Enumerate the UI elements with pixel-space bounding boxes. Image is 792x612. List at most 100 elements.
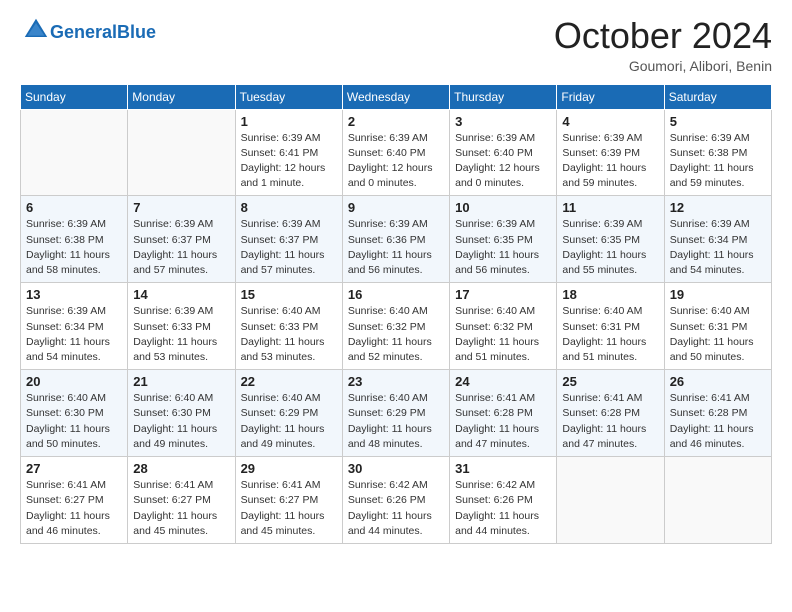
- day-info: Sunrise: 6:39 AMSunset: 6:35 PMDaylight:…: [455, 217, 551, 278]
- calendar-header-friday: Friday: [557, 84, 664, 109]
- day-number: 25: [562, 374, 658, 389]
- calendar-cell: 19 Sunrise: 6:40 AMSunset: 6:31 PMDayligh…: [664, 283, 771, 370]
- day-number: 26: [670, 374, 766, 389]
- calendar-cell: 7Sunrise: 6:39 AMSunset: 6:37 PMDaylight…: [128, 196, 235, 283]
- logo-general: General: [50, 22, 117, 42]
- calendar-cell: 8Sunrise: 6:39 AMSunset: 6:37 PMDaylight…: [235, 196, 342, 283]
- calendar-cell: [557, 457, 664, 544]
- day-number: 4: [562, 114, 658, 129]
- calendar-cell: 2Sunrise: 6:39 AMSunset: 6:40 PMDaylight…: [342, 109, 449, 196]
- calendar-table: SundayMondayTuesdayWednesdayThursdayFrid…: [20, 84, 772, 544]
- day-number: 5: [670, 114, 766, 129]
- logo-blue: Blue: [117, 22, 156, 42]
- calendar-cell: 28 Sunrise: 6:41 AMSunset: 6:27 PMDayligh…: [128, 457, 235, 544]
- day-info: Sunrise: 6:39 AMSunset: 6:41 PMDaylight:…: [241, 131, 337, 192]
- calendar-cell: 22 Sunrise: 6:40 AMSunset: 6:29 PMDayligh…: [235, 370, 342, 457]
- day-info: Sunrise: 6:40 AMSunset: 6:32 PMDaylight:…: [455, 304, 551, 365]
- day-number: 30: [348, 461, 444, 476]
- calendar-cell: 5 Sunrise: 6:39 AMSunset: 6:38 PMDaylight…: [664, 109, 771, 196]
- day-info: Sunrise: 6:39 AMSunset: 6:33 PMDaylight:…: [133, 304, 229, 365]
- calendar-cell: 14 Sunrise: 6:39 AMSunset: 6:33 PMDayligh…: [128, 283, 235, 370]
- day-info: Sunrise: 6:41 AMSunset: 6:28 PMDaylight:…: [670, 391, 766, 452]
- day-number: 21: [133, 374, 229, 389]
- calendar-week-row: 27 Sunrise: 6:41 AMSunset: 6:27 PMDayligh…: [21, 457, 772, 544]
- day-info: Sunrise: 6:40 AMSunset: 6:29 PMDaylight:…: [348, 391, 444, 452]
- calendar-cell: 9Sunrise: 6:39 AMSunset: 6:36 PMDaylight…: [342, 196, 449, 283]
- day-number: 28: [133, 461, 229, 476]
- calendar-cell: 13Sunrise: 6:39 AMSunset: 6:34 PMDayligh…: [21, 283, 128, 370]
- calendar-header-thursday: Thursday: [450, 84, 557, 109]
- calendar-cell: 30 Sunrise: 6:42 AMSunset: 6:26 PMDayligh…: [342, 457, 449, 544]
- calendar-cell: 29 Sunrise: 6:41 AMSunset: 6:27 PMDayligh…: [235, 457, 342, 544]
- day-info: Sunrise: 6:39 AMSunset: 6:34 PMDaylight:…: [670, 217, 766, 278]
- day-info: Sunrise: 6:40 AMSunset: 6:30 PMDaylight:…: [133, 391, 229, 452]
- day-info: Sunrise: 6:39 AMSunset: 6:39 PMDaylight:…: [562, 131, 658, 192]
- calendar-cell: 20 Sunrise: 6:40 AMSunset: 6:30 PMDayligh…: [21, 370, 128, 457]
- calendar-cell: 23 Sunrise: 6:40 AMSunset: 6:29 PMDayligh…: [342, 370, 449, 457]
- calendar-header-saturday: Saturday: [664, 84, 771, 109]
- calendar-cell: 6Sunrise: 6:39 AMSunset: 6:38 PMDaylight…: [21, 196, 128, 283]
- calendar-cell: 16Sunrise: 6:40 AMSunset: 6:32 PMDayligh…: [342, 283, 449, 370]
- calendar-header-sunday: Sunday: [21, 84, 128, 109]
- day-number: 14: [133, 287, 229, 302]
- day-number: 15: [241, 287, 337, 302]
- day-info: Sunrise: 6:39 AMSunset: 6:40 PMDaylight:…: [348, 131, 444, 192]
- day-number: 20: [26, 374, 122, 389]
- calendar-header-tuesday: Tuesday: [235, 84, 342, 109]
- day-info: Sunrise: 6:39 AMSunset: 6:40 PMDaylight:…: [455, 131, 551, 192]
- day-info: Sunrise: 6:41 AMSunset: 6:27 PMDaylight:…: [26, 478, 122, 539]
- day-info: Sunrise: 6:42 AMSunset: 6:26 PMDaylight:…: [348, 478, 444, 539]
- calendar-cell: 31Sunrise: 6:42 AMSunset: 6:26 PMDayligh…: [450, 457, 557, 544]
- day-number: 19: [670, 287, 766, 302]
- calendar-week-row: 13Sunrise: 6:39 AMSunset: 6:34 PMDayligh…: [21, 283, 772, 370]
- calendar-cell: 11Sunrise: 6:39 AMSunset: 6:35 PMDayligh…: [557, 196, 664, 283]
- month-title: October 2024: [554, 16, 772, 56]
- logo: GeneralBlue: [20, 16, 156, 49]
- day-info: Sunrise: 6:40 AMSunset: 6:30 PMDaylight:…: [26, 391, 122, 452]
- day-number: 27: [26, 461, 122, 476]
- day-number: 1: [241, 114, 337, 129]
- day-info: Sunrise: 6:39 AMSunset: 6:37 PMDaylight:…: [241, 217, 337, 278]
- day-info: Sunrise: 6:40 AMSunset: 6:33 PMDaylight:…: [241, 304, 337, 365]
- day-number: 31: [455, 461, 551, 476]
- calendar-cell: 1 Sunrise: 6:39 AMSunset: 6:41 PMDaylight…: [235, 109, 342, 196]
- header: GeneralBlue October 2024 Goumori, Alibor…: [20, 16, 772, 74]
- day-number: 24: [455, 374, 551, 389]
- calendar-cell: [128, 109, 235, 196]
- calendar-cell: 21 Sunrise: 6:40 AMSunset: 6:30 PMDayligh…: [128, 370, 235, 457]
- page: GeneralBlue October 2024 Goumori, Alibor…: [0, 0, 792, 612]
- calendar-cell: 26 Sunrise: 6:41 AMSunset: 6:28 PMDayligh…: [664, 370, 771, 457]
- calendar-cell: 3Sunrise: 6:39 AMSunset: 6:40 PMDaylight…: [450, 109, 557, 196]
- day-info: Sunrise: 6:40 AMSunset: 6:31 PMDaylight:…: [670, 304, 766, 365]
- calendar-header-wednesday: Wednesday: [342, 84, 449, 109]
- calendar-cell: 27 Sunrise: 6:41 AMSunset: 6:27 PMDayligh…: [21, 457, 128, 544]
- calendar-week-row: 20 Sunrise: 6:40 AMSunset: 6:30 PMDayligh…: [21, 370, 772, 457]
- calendar-header-row: SundayMondayTuesdayWednesdayThursdayFrid…: [21, 84, 772, 109]
- day-number: 29: [241, 461, 337, 476]
- day-info: Sunrise: 6:40 AMSunset: 6:29 PMDaylight:…: [241, 391, 337, 452]
- calendar-header-monday: Monday: [128, 84, 235, 109]
- day-info: Sunrise: 6:39 AMSunset: 6:38 PMDaylight:…: [670, 131, 766, 192]
- calendar-cell: 4 Sunrise: 6:39 AMSunset: 6:39 PMDaylight…: [557, 109, 664, 196]
- calendar-cell: 17Sunrise: 6:40 AMSunset: 6:32 PMDayligh…: [450, 283, 557, 370]
- day-info: Sunrise: 6:39 AMSunset: 6:36 PMDaylight:…: [348, 217, 444, 278]
- day-info: Sunrise: 6:41 AMSunset: 6:28 PMDaylight:…: [455, 391, 551, 452]
- calendar-cell: 12 Sunrise: 6:39 AMSunset: 6:34 PMDayligh…: [664, 196, 771, 283]
- calendar-cell: 25 Sunrise: 6:41 AMSunset: 6:28 PMDayligh…: [557, 370, 664, 457]
- calendar-cell: 10Sunrise: 6:39 AMSunset: 6:35 PMDayligh…: [450, 196, 557, 283]
- day-number: 18: [562, 287, 658, 302]
- day-number: 12: [670, 200, 766, 215]
- calendar-cell: [664, 457, 771, 544]
- calendar-week-row: 1 Sunrise: 6:39 AMSunset: 6:41 PMDaylight…: [21, 109, 772, 196]
- day-info: Sunrise: 6:41 AMSunset: 6:27 PMDaylight:…: [241, 478, 337, 539]
- calendar-cell: 15 Sunrise: 6:40 AMSunset: 6:33 PMDayligh…: [235, 283, 342, 370]
- day-number: 23: [348, 374, 444, 389]
- title-block: October 2024 Goumori, Alibori, Benin: [554, 16, 772, 74]
- calendar-week-row: 6Sunrise: 6:39 AMSunset: 6:38 PMDaylight…: [21, 196, 772, 283]
- day-info: Sunrise: 6:41 AMSunset: 6:28 PMDaylight:…: [562, 391, 658, 452]
- day-info: Sunrise: 6:40 AMSunset: 6:32 PMDaylight:…: [348, 304, 444, 365]
- day-info: Sunrise: 6:41 AMSunset: 6:27 PMDaylight:…: [133, 478, 229, 539]
- day-number: 22: [241, 374, 337, 389]
- day-info: Sunrise: 6:39 AMSunset: 6:37 PMDaylight:…: [133, 217, 229, 278]
- calendar-cell: 24 Sunrise: 6:41 AMSunset: 6:28 PMDayligh…: [450, 370, 557, 457]
